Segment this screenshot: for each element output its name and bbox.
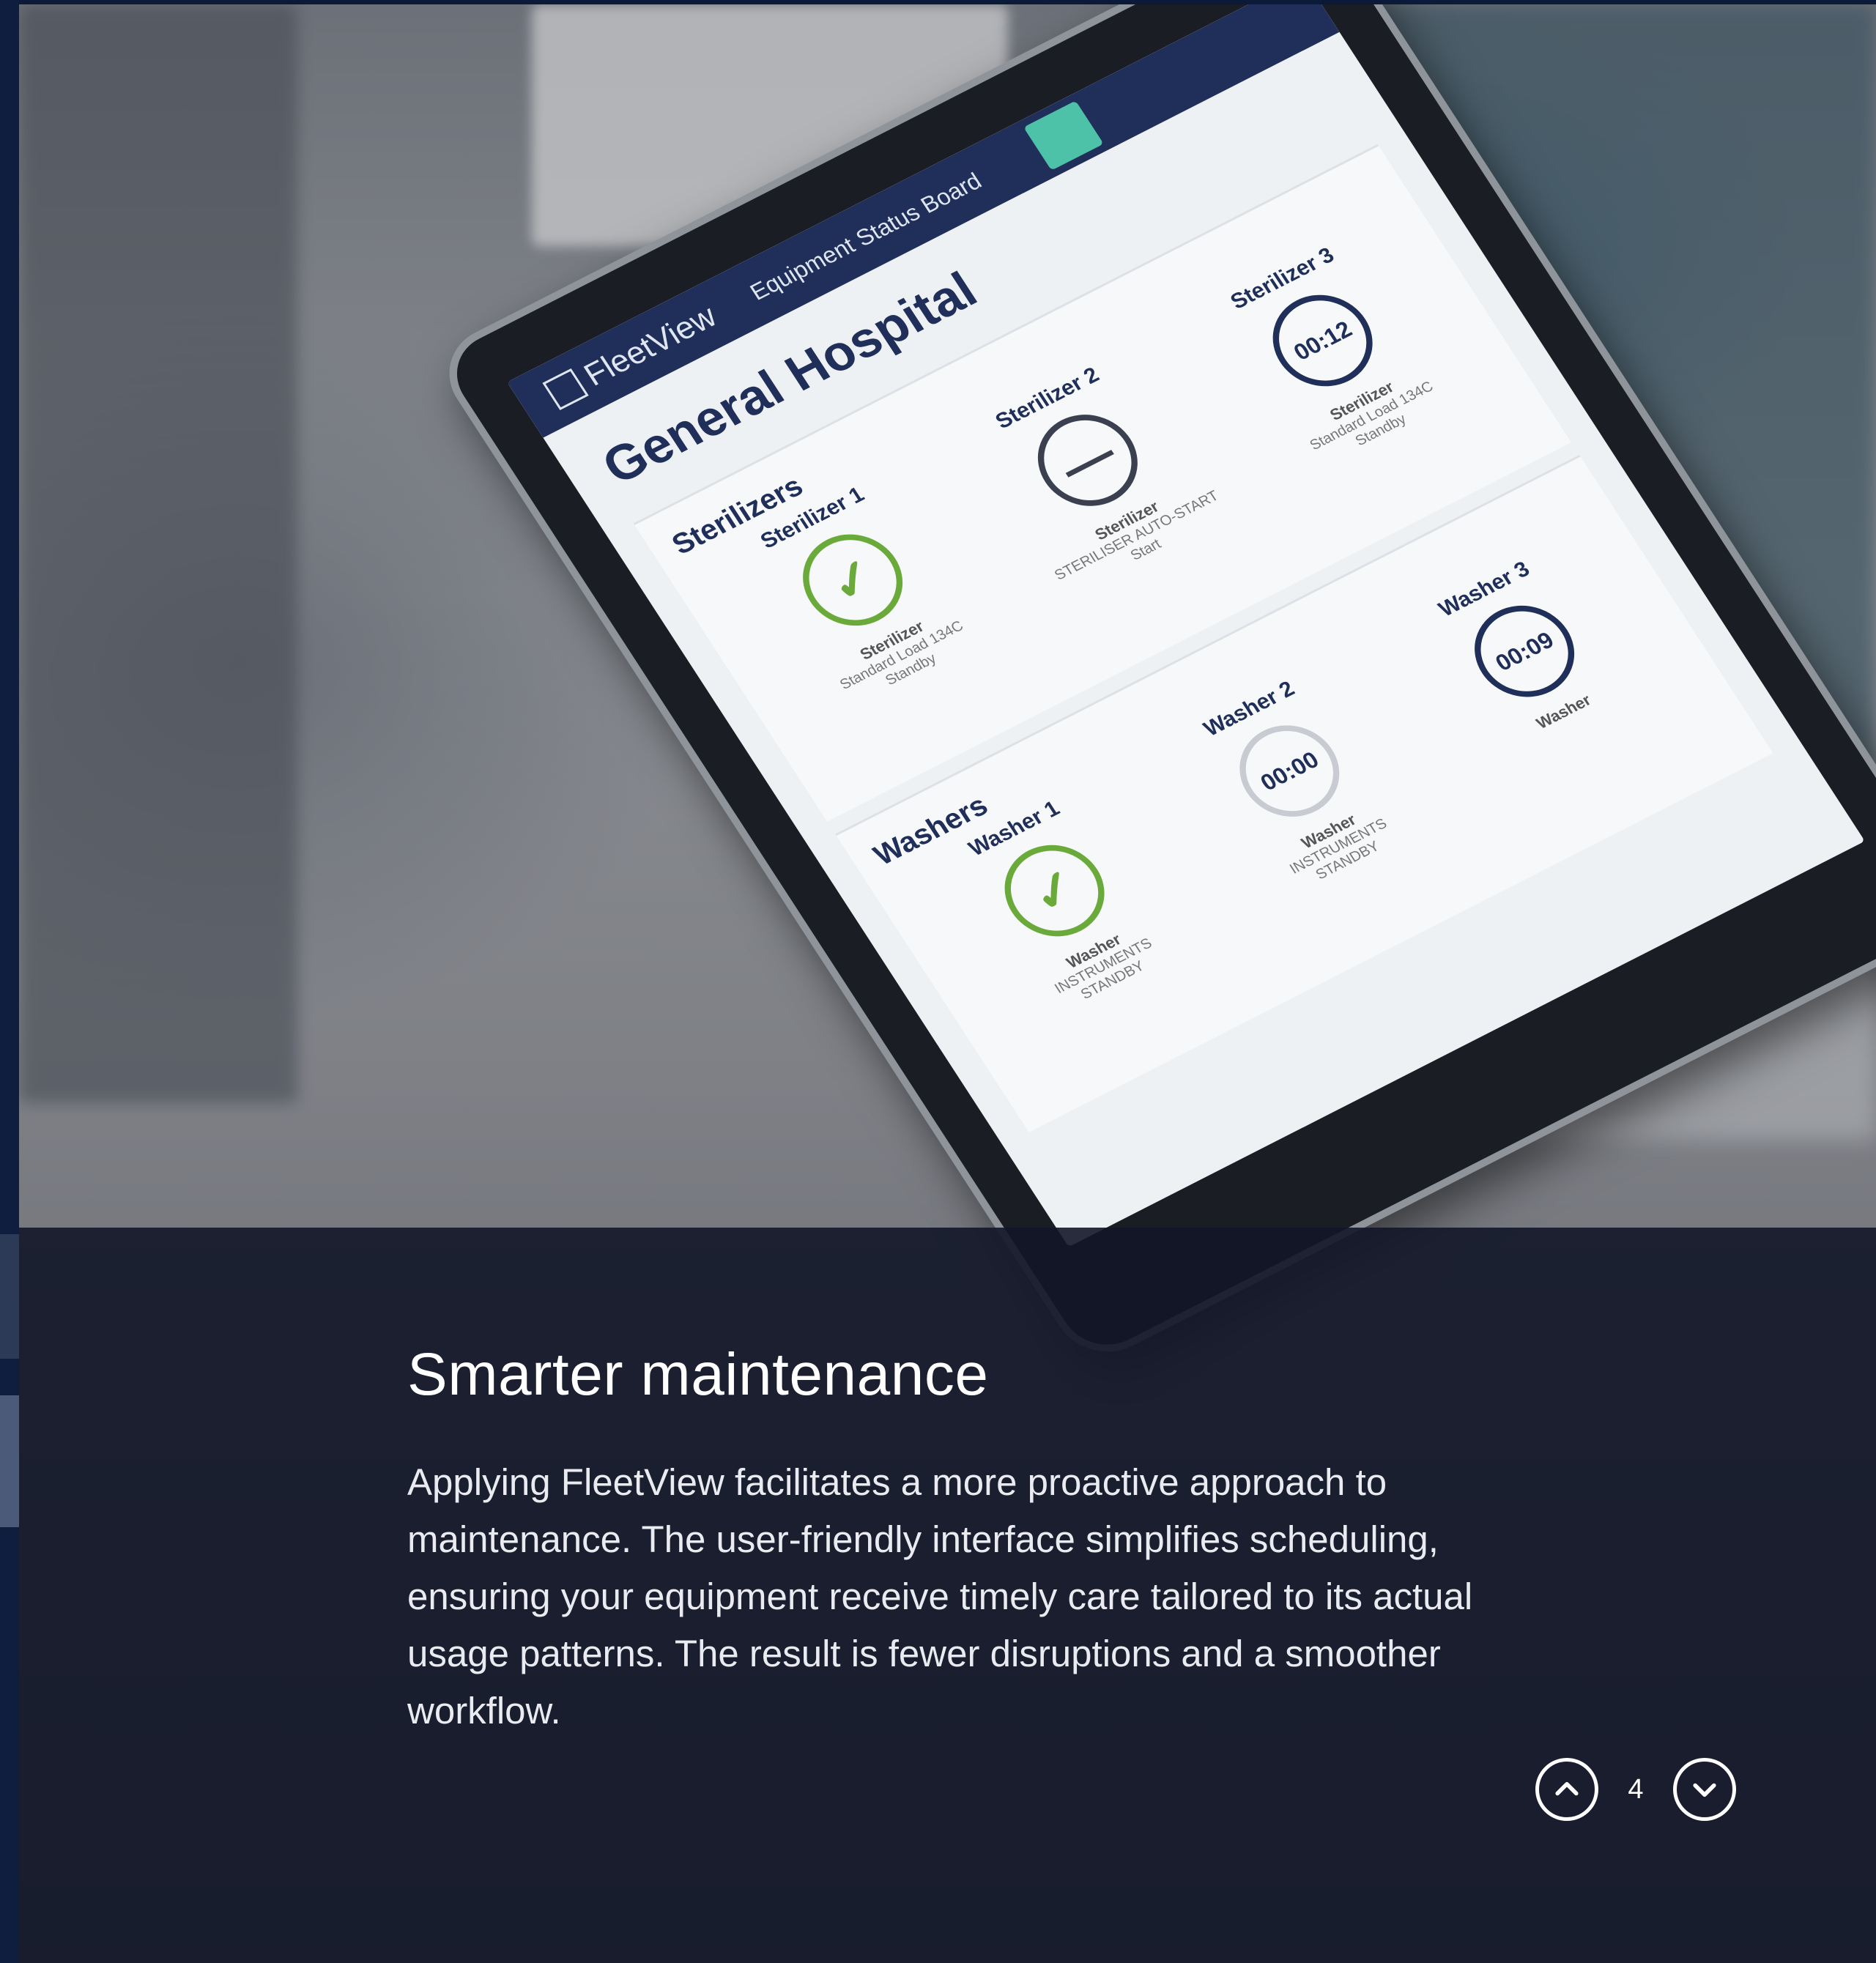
status-dial: 00:00 — [1220, 709, 1358, 833]
slide-heading: Smarter maintenance — [407, 1341, 989, 1408]
chevron-up-icon — [1555, 1781, 1579, 1796]
status-dial: ✓ — [784, 518, 922, 642]
status-dial: ✓ — [986, 828, 1124, 953]
page-number: 4 — [1628, 1773, 1644, 1805]
edge-tab — [0, 1234, 19, 1359]
status-dial: 00:12 — [1254, 278, 1392, 403]
next-slide-button[interactable] — [1673, 1758, 1736, 1821]
slide-body: Applying FleetView facilitates a more pr… — [407, 1461, 1473, 1732]
left-edge-strip — [0, 0, 19, 1963]
status-dial: — — [1019, 398, 1157, 522]
slide-pager: 4 — [1535, 1758, 1736, 1821]
previous-slide-button[interactable] — [1535, 1758, 1598, 1821]
edge-tab — [0, 1395, 19, 1527]
fleetview-logo-icon — [542, 368, 589, 411]
background-blur — [19, 4, 297, 1103]
status-dial: 00:09 — [1456, 589, 1593, 713]
chevron-down-icon — [1693, 1783, 1716, 1797]
